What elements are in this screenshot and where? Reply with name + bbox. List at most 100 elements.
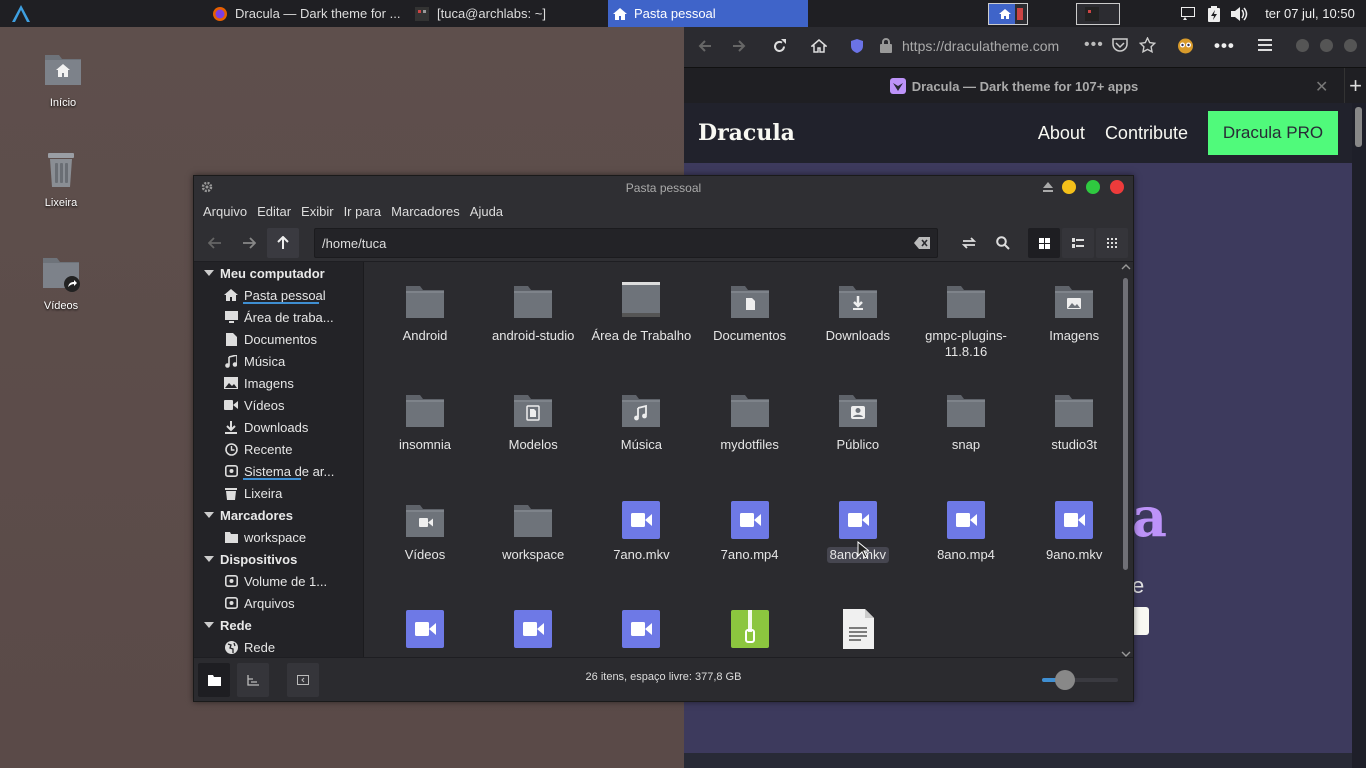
sidebar-item[interactable]: Volume de 1...	[194, 570, 363, 592]
sidebar-item[interactable]: Downloads	[194, 416, 363, 438]
menu-arquivo[interactable]: Arquivo	[198, 204, 252, 219]
sidebar-section-header[interactable]: Marcadores	[194, 504, 363, 526]
video-file-item[interactable]	[371, 608, 479, 656]
folder-item[interactable]: snap	[912, 389, 1020, 453]
search-button[interactable]	[987, 228, 1019, 258]
sidebar-item[interactable]: Lixeira	[194, 482, 363, 504]
volume-icon[interactable]	[1229, 0, 1251, 27]
desktop-icon-trash[interactable]: Lixeira	[16, 147, 106, 209]
scrollbar-thumb[interactable]	[1123, 278, 1128, 570]
tab-close-icon[interactable]: ✕	[1315, 77, 1328, 97]
expander-icon[interactable]	[204, 556, 214, 562]
folder-item[interactable]: gmpc-plugins-11.8.16	[912, 280, 1020, 360]
sidebar-item[interactable]: workspace	[194, 526, 363, 548]
expander-icon[interactable]	[204, 622, 214, 628]
forward-icon[interactable]	[732, 39, 746, 53]
sidebar-item[interactable]: Sistema de ar...	[194, 460, 363, 482]
back-icon[interactable]	[698, 39, 712, 53]
expander-icon[interactable]	[204, 512, 214, 518]
page-actions-icon[interactable]: •••	[1084, 36, 1104, 54]
nav-about-link[interactable]: About	[1038, 123, 1085, 144]
sidebar-section-header[interactable]: Rede	[194, 614, 363, 636]
video-file-item[interactable]: 7ano.mp4	[696, 499, 804, 563]
minimize-button[interactable]	[1062, 180, 1076, 194]
scroll-up-icon[interactable]	[1121, 264, 1131, 270]
window-maximize-button[interactable]	[1320, 39, 1333, 52]
task-file-manager[interactable]: Pasta pessoal	[608, 0, 808, 27]
scrollbar-thumb[interactable]	[1355, 107, 1362, 147]
hamburger-menu-icon[interactable]	[1258, 39, 1272, 51]
sidebar-item[interactable]: Rede	[194, 636, 363, 658]
location-bar[interactable]: /home/tuca	[314, 228, 938, 258]
window-close-button[interactable]	[1344, 39, 1357, 52]
pocket-icon[interactable]	[1112, 38, 1128, 53]
expander-icon[interactable]	[204, 270, 214, 276]
extension-icon[interactable]	[1177, 38, 1194, 54]
site-logo[interactable]: Dracula	[698, 120, 795, 146]
archlabs-menu-icon[interactable]	[12, 5, 30, 22]
compact-view-button[interactable]	[1096, 228, 1128, 258]
notifications-icon[interactable]	[1178, 0, 1198, 27]
folder-item[interactable]: Documentos	[696, 280, 804, 344]
window-titlebar[interactable]: Pasta pessoal	[194, 176, 1133, 199]
tracking-protection-icon[interactable]	[850, 38, 864, 54]
back-button[interactable]	[199, 228, 231, 258]
sidebar-item[interactable]: Vídeos	[194, 394, 363, 416]
dracula-pro-button[interactable]: Dracula PRO	[1208, 111, 1338, 155]
workspace-1[interactable]	[988, 3, 1028, 25]
menu-ir-para[interactable]: Ir para	[339, 204, 387, 219]
video-file-item[interactable]	[587, 608, 695, 656]
task-firefox[interactable]: Dracula — Dark theme for ...	[204, 0, 412, 27]
menu-marcadores[interactable]: Marcadores	[386, 204, 465, 219]
workspace-2[interactable]	[1076, 3, 1120, 25]
bookmark-star-icon[interactable]	[1139, 37, 1156, 53]
folder-item[interactable]: Área de Trabalho	[587, 280, 695, 344]
sidebar-item[interactable]: Área de traba...	[194, 306, 363, 328]
sidebar-item[interactable]: Pasta pessoal	[194, 284, 363, 306]
sidebar-item[interactable]: Imagens	[194, 372, 363, 394]
hero-button-fragment[interactable]	[1134, 607, 1149, 635]
folder-item[interactable]: android-studio	[479, 280, 587, 344]
reload-icon[interactable]	[772, 39, 787, 54]
clock[interactable]: ter 07 jul, 10:50	[1258, 0, 1362, 27]
new-tab-button[interactable]: +	[1344, 68, 1366, 104]
menu-ajuda[interactable]: Ajuda	[465, 204, 508, 219]
sidebar-item[interactable]: Documentos	[194, 328, 363, 350]
menu-editar[interactable]: Editar	[252, 204, 296, 219]
zoom-slider[interactable]	[1042, 670, 1118, 690]
folder-item[interactable]: Downloads	[804, 280, 912, 344]
gear-icon[interactable]	[201, 181, 213, 193]
task-terminal[interactable]: [tuca@archlabs: ~]	[412, 0, 602, 27]
folder-item[interactable]: Música	[587, 389, 695, 453]
desktop-icon-home[interactable]: Início	[18, 47, 108, 109]
location-path[interactable]: /home/tuca	[322, 236, 386, 251]
menu-exibir[interactable]: Exibir	[296, 204, 339, 219]
folder-item[interactable]: mydotfiles	[696, 389, 804, 453]
folder-item[interactable]: Android	[371, 280, 479, 344]
icon-view-button[interactable]	[1028, 228, 1060, 258]
url-field[interactable]: https://draculatheme.com	[902, 38, 1059, 54]
folder-item[interactable]: studio3t	[1020, 389, 1119, 453]
sidebar-item[interactable]: Arquivos	[194, 592, 363, 614]
eject-icon[interactable]	[1043, 182, 1053, 192]
close-button[interactable]	[1110, 180, 1124, 194]
home-icon[interactable]	[811, 38, 827, 54]
up-button[interactable]	[267, 228, 299, 258]
clear-location-icon[interactable]	[914, 237, 930, 249]
video-file-item[interactable]	[479, 608, 587, 656]
forward-button[interactable]	[233, 228, 265, 258]
text-file-item[interactable]	[804, 608, 912, 656]
video-file-item[interactable]: 9ano.mkv	[1020, 499, 1119, 563]
zoom-handle[interactable]	[1054, 670, 1075, 690]
nav-contribute-link[interactable]: Contribute	[1105, 123, 1188, 144]
video-file-item[interactable]: 8ano.mp4	[912, 499, 1020, 563]
folder-item[interactable]: Vídeos	[371, 499, 479, 563]
tab-dracula[interactable]: Dracula — Dark theme for 107+ apps	[684, 68, 1344, 104]
folder-item[interactable]: Público	[804, 389, 912, 453]
page-scrollbar[interactable]	[1352, 103, 1366, 768]
sidebar-item[interactable]: Música	[194, 350, 363, 372]
archive-file-item[interactable]	[696, 608, 804, 656]
folder-item[interactable]: Modelos	[479, 389, 587, 453]
folder-item[interactable]: insomnia	[371, 389, 479, 453]
folder-item[interactable]: workspace	[479, 499, 587, 563]
